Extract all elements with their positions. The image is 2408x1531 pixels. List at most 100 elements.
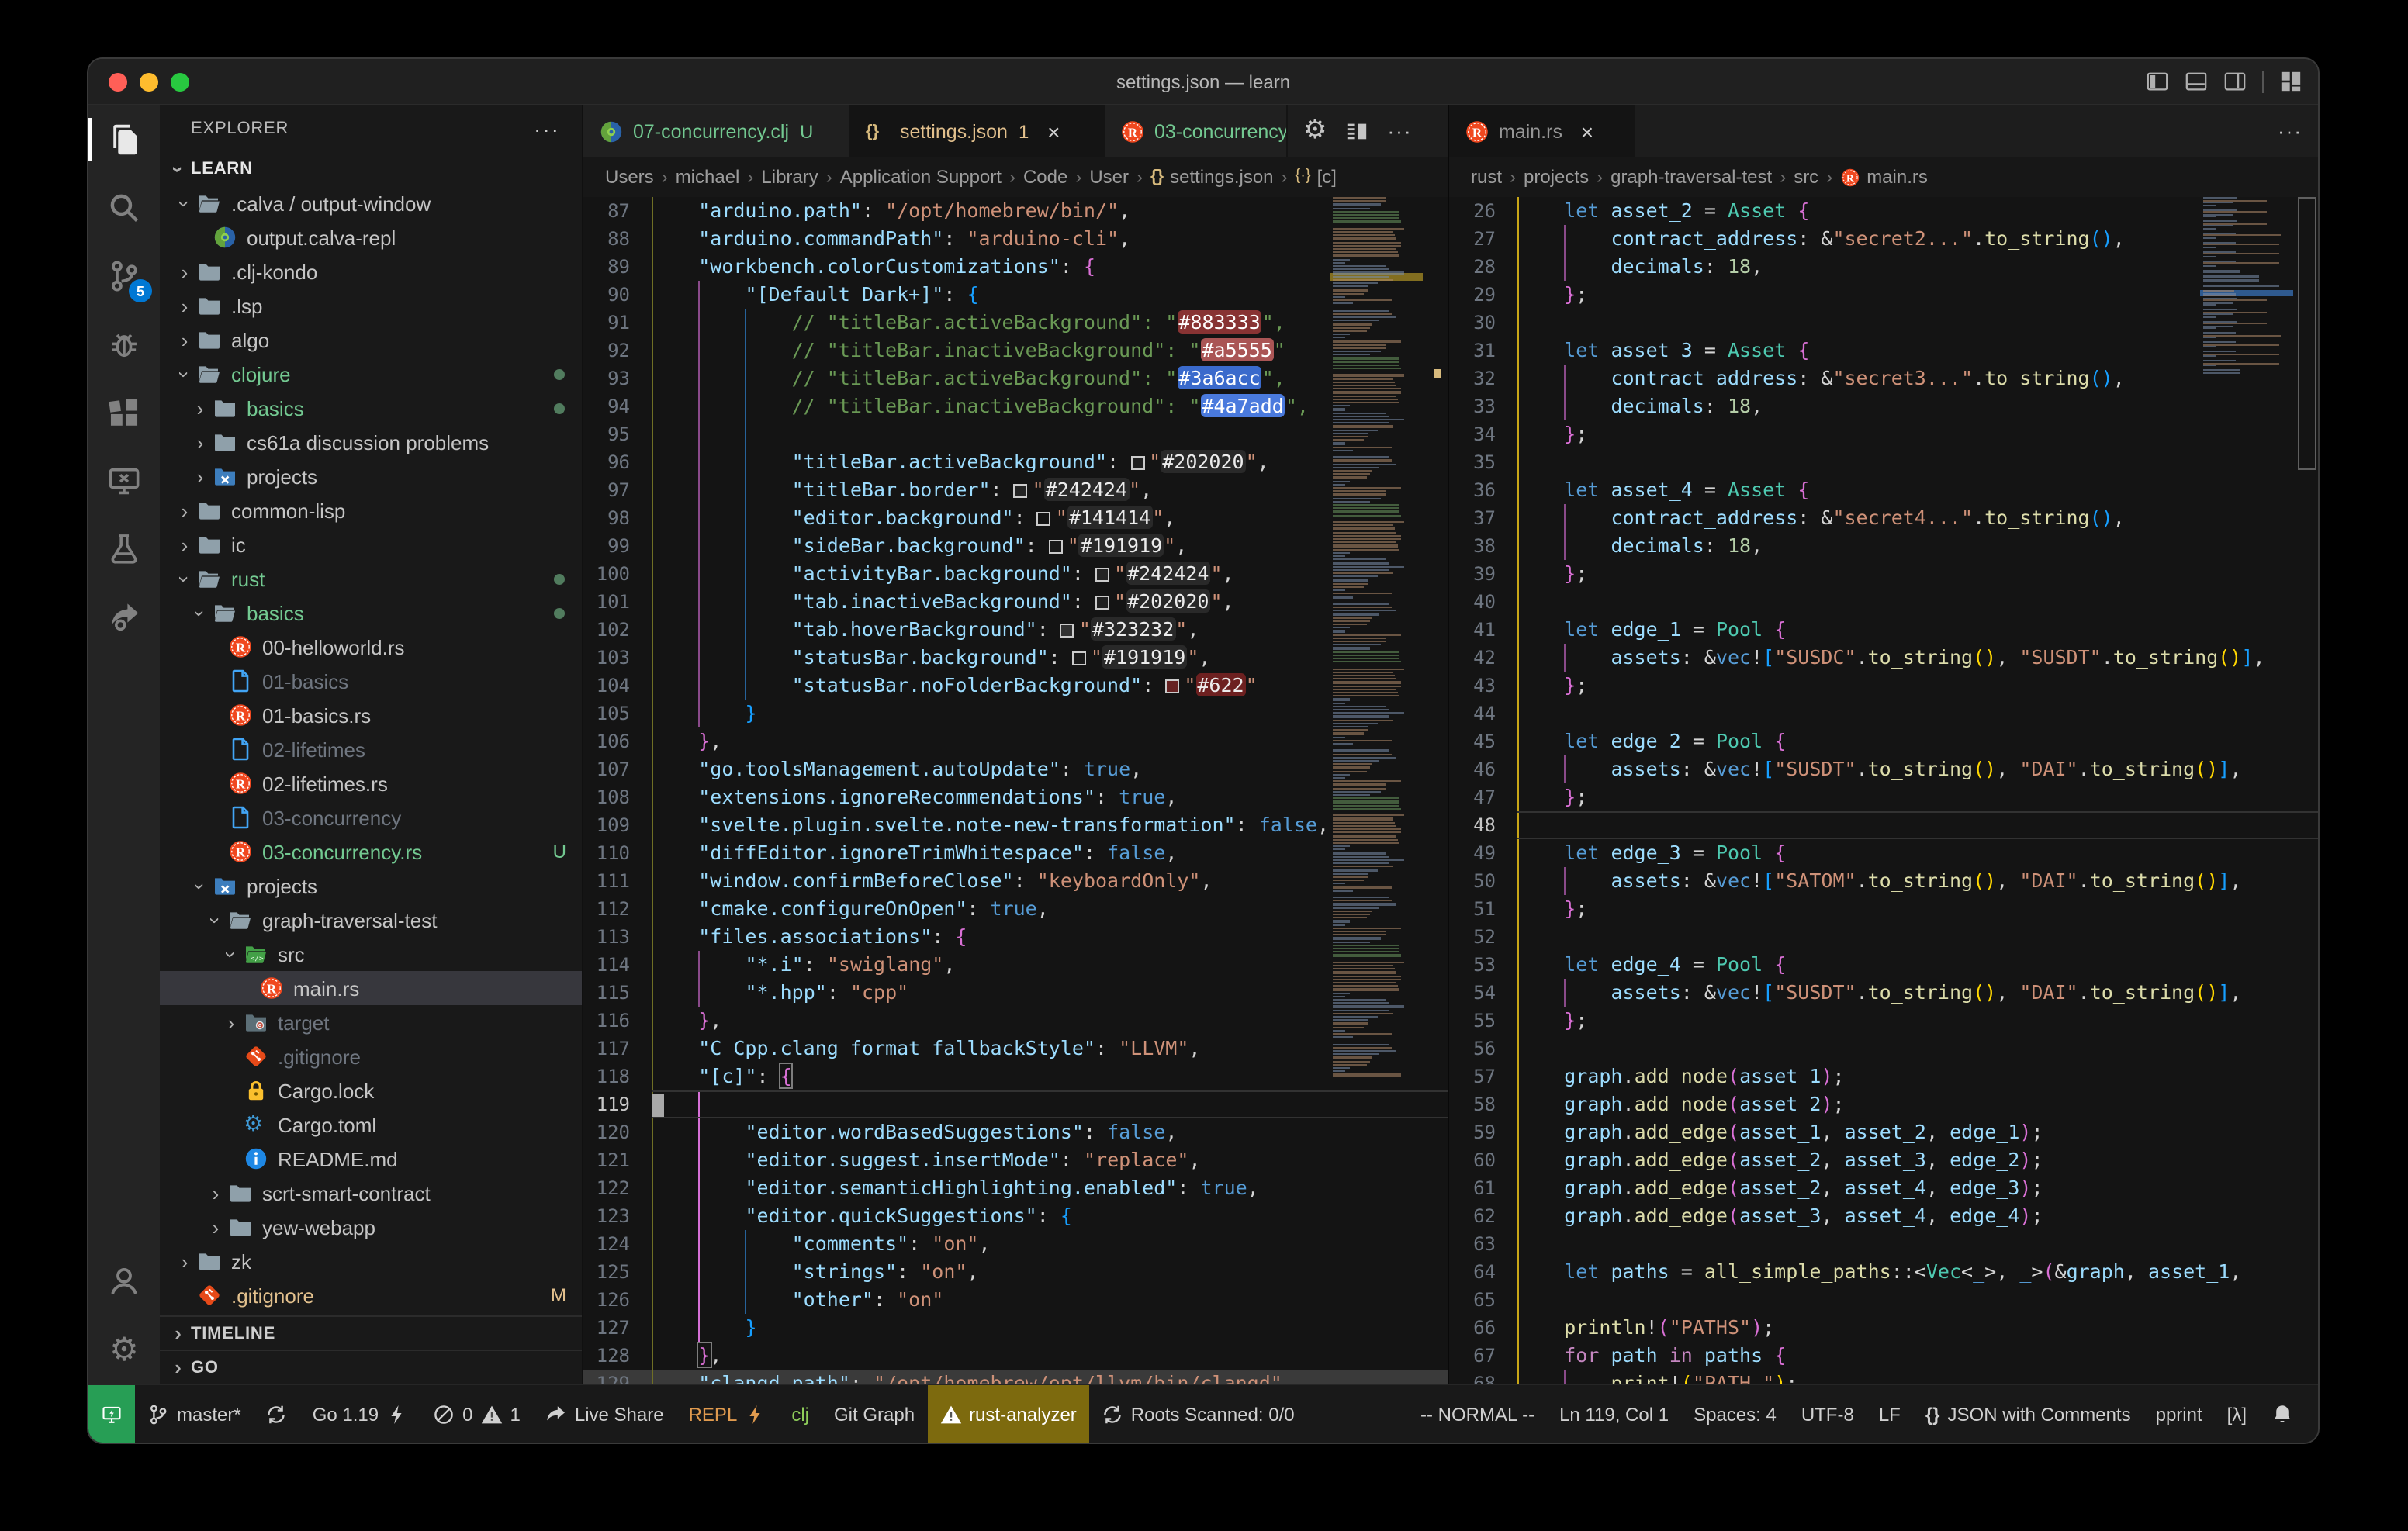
tree-item-scrt-smart-contract[interactable]: ›scrt-smart-contract (160, 1176, 582, 1210)
activity-bar-item-explorer[interactable] (88, 105, 160, 174)
code-line-116[interactable]: 116 }, (583, 1007, 1448, 1035)
breadcrumb-item[interactable]: Users (605, 166, 654, 188)
code-line-97[interactable]: 97 "titleBar.border": "#242424", (583, 476, 1448, 504)
code-line-115[interactable]: 115 "*.hpp": "cpp" (583, 979, 1448, 1007)
code-line-117[interactable]: 117 "C_Cpp.clang_format_fallbackStyle": … (583, 1035, 1448, 1063)
breadcrumb-item[interactable]: rust (1471, 166, 1502, 188)
tab-main.rs[interactable]: Rmain.rs× (1449, 105, 1635, 157)
code-line-121[interactable]: 121 "editor.suggest.insertMode": "replac… (583, 1146, 1448, 1174)
status-item-live-share[interactable]: Live Share (533, 1385, 676, 1443)
breadcrumb-item[interactable]: Library (761, 166, 818, 188)
code-line-33[interactable]: 33 decimals: 18, (1449, 392, 2318, 420)
breadcrumb-item[interactable]: Application Support (840, 166, 1002, 188)
color-decorator-box[interactable] (1060, 624, 1074, 638)
breadcrumb-left[interactable]: Users›michael›Library›Application Suppor… (583, 157, 1448, 197)
go-section-header[interactable]: › GO (160, 1350, 582, 1384)
code-line-100[interactable]: 100 "activityBar.background": "#242424", (583, 560, 1448, 588)
code-line-93[interactable]: 93 // "titleBar.activeBackground": "#3a6… (583, 365, 1448, 392)
activity-bar-item-testing[interactable] (88, 515, 160, 583)
code-line-118[interactable]: 118 "[c]": { (583, 1063, 1448, 1090)
color-decorator-box[interactable] (1049, 540, 1063, 554)
minimize-window-button[interactable] (140, 72, 158, 91)
status-item-notifications[interactable] (2259, 1385, 2306, 1443)
code-line-35[interactable]: 35 (1449, 448, 2318, 476)
code-line-108[interactable]: 108 "extensions.ignoreRecommendations": … (583, 783, 1448, 811)
code-line-102[interactable]: 102 "tab.hoverBackground": "#323232", (583, 616, 1448, 644)
tab-03-concurrency.rs[interactable]: R03-concurrency.rs (1105, 105, 1288, 157)
code-line-127[interactable]: 127 } (583, 1314, 1448, 1342)
tree-item-.gitignore[interactable]: .gitignore (160, 1039, 582, 1073)
code-line-40[interactable]: 40 (1449, 588, 2318, 616)
status-item-git-branch[interactable]: master* (135, 1385, 254, 1443)
tree-item-01-basics.rs[interactable]: R01-basics.rs (160, 698, 582, 732)
status-item-lambda[interactable]: [λ] (2215, 1385, 2259, 1443)
code-line-62[interactable]: 62 graph.add_edge(asset_3, asset_4, edge… (1449, 1202, 2318, 1230)
tree-item-output.calva-repl[interactable]: output.calva-repl (160, 220, 582, 254)
code-line-61[interactable]: 61 graph.add_edge(asset_2, asset_4, edge… (1449, 1174, 2318, 1202)
code-line-26[interactable]: 26 let asset_2 = Asset { (1449, 197, 2318, 225)
breadcrumb-item[interactable]: graph-traversal-test (1611, 166, 1772, 188)
status-item-problems[interactable]: 01 (420, 1385, 533, 1443)
code-line-27[interactable]: 27 contract_address: &"secret2...".to_st… (1449, 225, 2318, 253)
code-line-32[interactable]: 32 contract_address: &"secret3...".to_st… (1449, 365, 2318, 392)
code-line-68[interactable]: 68 print!("PATH "); (1449, 1370, 2318, 1384)
status-item-encoding[interactable]: UTF-8 (1789, 1385, 1867, 1443)
color-decorator-box[interactable] (1037, 512, 1051, 526)
activity-bar-item-run-debug[interactable] (88, 310, 160, 378)
code-line-28[interactable]: 28 decimals: 18, (1449, 253, 2318, 281)
code-line-37[interactable]: 37 contract_address: &"secret4...".to_st… (1449, 504, 2318, 532)
status-item-repl[interactable]: REPL (676, 1385, 780, 1443)
code-line-63[interactable]: 63 (1449, 1230, 2318, 1258)
code-line-101[interactable]: 101 "tab.inactiveBackground": "#202020", (583, 588, 1448, 616)
tree-item-src[interactable]: ›</>src (160, 937, 582, 971)
scrollbar[interactable] (1426, 197, 1448, 1384)
code-line-112[interactable]: 112 "cmake.configureOnOpen": true, (583, 895, 1448, 923)
breadcrumb-item[interactable]: projects (1524, 166, 1589, 188)
code-lines[interactable]: 26 let asset_2 = Asset {27 contract_addr… (1449, 197, 2318, 1384)
tree-item-.lsp[interactable]: ›.lsp (160, 289, 582, 323)
zoom-window-button[interactable] (171, 72, 189, 91)
code-line-64[interactable]: 64 let paths = all_simple_paths::<Vec<_>… (1449, 1258, 2318, 1286)
tree-item-.gitignore[interactable]: .gitignoreM (160, 1278, 582, 1312)
code-line-126[interactable]: 126 "other": "on" (583, 1286, 1448, 1314)
timeline-section-header[interactable]: › TIMELINE (160, 1315, 582, 1350)
status-item-eol[interactable]: LF (1867, 1385, 1913, 1443)
code-line-66[interactable]: 66 println!("PATHS"); (1449, 1314, 2318, 1342)
code-line-122[interactable]: 122 "editor.semanticHighlighting.enabled… (583, 1174, 1448, 1202)
code-line-39[interactable]: 39 }; (1449, 560, 2318, 588)
color-decorator-box[interactable] (1130, 456, 1144, 470)
tree-item-readme.md[interactable]: README.md (160, 1142, 582, 1176)
code-line-58[interactable]: 58 graph.add_node(asset_2); (1449, 1090, 2318, 1118)
code-line-124[interactable]: 124 "comments": "on", (583, 1230, 1448, 1258)
code-line-95[interactable]: 95 (583, 420, 1448, 448)
toggle-panel-icon[interactable] (2185, 70, 2208, 93)
code-line-31[interactable]: 31 let asset_3 = Asset { (1449, 337, 2318, 365)
code-line-47[interactable]: 47 }; (1449, 783, 2318, 811)
code-line-114[interactable]: 114 "*.i": "swiglang", (583, 951, 1448, 979)
tree-item-03-concurrency.rs[interactable]: R03-concurrency.rsU (160, 835, 582, 869)
code-line-46[interactable]: 46 assets: &vec!["SUSDT".to_string(), "D… (1449, 755, 2318, 783)
status-item-vim-mode[interactable]: -- NORMAL -- (1408, 1385, 1547, 1443)
code-line-90[interactable]: 90 "[Default Dark+]": { (583, 281, 1448, 309)
status-item-sync[interactable] (254, 1385, 300, 1443)
code-line-109[interactable]: 109 "svelte.plugin.svelte.note-new-trans… (583, 811, 1448, 839)
code-line-30[interactable]: 30 (1449, 309, 2318, 337)
status-item-pprint[interactable]: pprint (2143, 1385, 2215, 1443)
tree-item-target[interactable]: ›target (160, 1005, 582, 1039)
code-line-99[interactable]: 99 "sideBar.background": "#191919", (583, 532, 1448, 560)
toggle-primary-sidebar-icon[interactable] (2146, 70, 2169, 93)
code-line-129[interactable]: 129 "clangd.path": "/opt/homebrew/opt/ll… (583, 1370, 1448, 1384)
tab-07-concurrency.clj[interactable]: 07-concurrency.cljU (583, 105, 850, 157)
tree-item-common-lisp[interactable]: ›common-lisp (160, 493, 582, 527)
color-decorator-box[interactable] (1072, 651, 1086, 665)
activity-bar-item-extensions[interactable] (88, 378, 160, 447)
breadcrumb-item[interactable]: michael (676, 166, 740, 188)
customize-layout-icon[interactable] (2279, 70, 2302, 93)
code-line-38[interactable]: 38 decimals: 18, (1449, 532, 2318, 560)
editor-main-rs[interactable]: 26 let asset_2 = Asset {27 contract_addr… (1449, 197, 2318, 1384)
code-line-87[interactable]: 87 "arduino.path": "/opt/homebrew/bin/", (583, 197, 1448, 225)
activity-bar-item-accounts[interactable] (88, 1247, 160, 1315)
code-line-34[interactable]: 34 }; (1449, 420, 2318, 448)
code-line-60[interactable]: 60 graph.add_edge(asset_2, asset_3, edge… (1449, 1146, 2318, 1174)
tree-item-02-lifetimes.rs[interactable]: R02-lifetimes.rs (160, 766, 582, 800)
